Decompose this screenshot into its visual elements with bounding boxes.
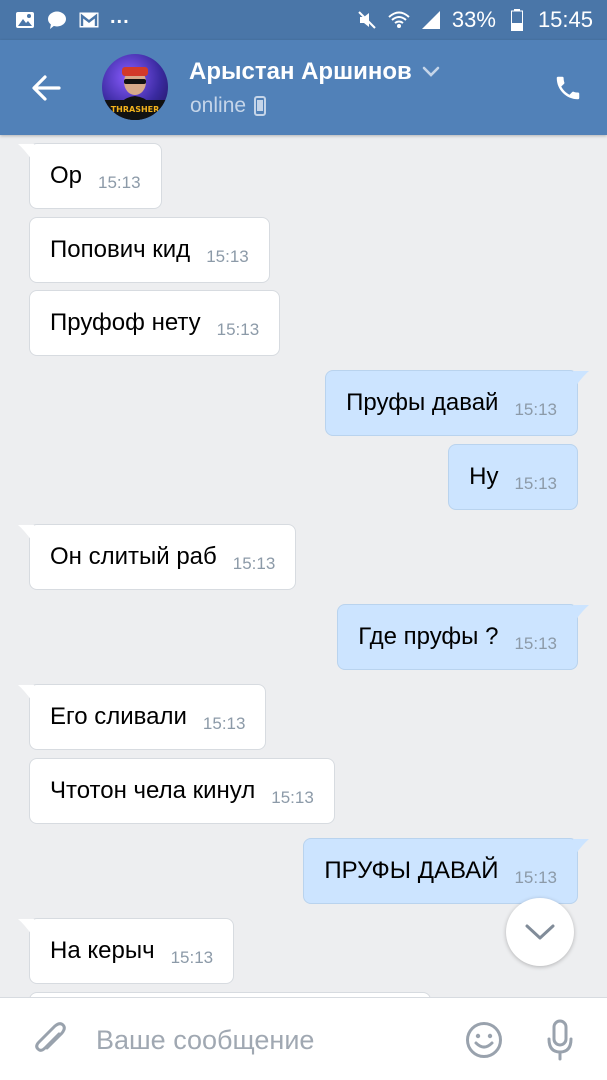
paperclip-icon (35, 1022, 66, 1052)
voice-message-button[interactable] (538, 1016, 582, 1064)
message-time: 15:13 (206, 247, 249, 266)
message-incoming[interactable]: Его сливали 15:13 (18, 684, 267, 750)
chat-header: THRASHER Арыстан Аршинов online (0, 40, 607, 135)
message-text: ПРУФЫ ДАВАЙ (324, 857, 499, 884)
message-incoming[interactable]: Попович кид 15:13 (29, 217, 270, 283)
scroll-to-bottom-button[interactable] (506, 898, 574, 966)
battery-percent: 33% (451, 7, 496, 32)
call-button[interactable] (546, 66, 590, 110)
message-incoming[interactable]: Он слитый раб 15:13 (18, 524, 297, 590)
microphone-icon (547, 1019, 573, 1061)
message-time: 15:13 (216, 320, 260, 339)
battery-icon (506, 9, 528, 31)
message-text: На керыч (50, 937, 155, 964)
svg-text:THRASHER: THRASHER (111, 105, 160, 114)
more-notifications: ... (110, 5, 130, 28)
message-incoming[interactable]: Ор 15:13 (18, 143, 162, 209)
bubble-tail (573, 839, 589, 855)
message-time: 15:13 (170, 948, 214, 967)
contact-status: online (190, 94, 267, 118)
message-time: 15:13 (514, 400, 557, 419)
online-status: online (190, 94, 247, 117)
bubble-tail (18, 525, 34, 541)
phone-icon (556, 76, 580, 100)
mobile-phone-icon (254, 96, 267, 116)
chevron-down-icon (422, 66, 440, 77)
status-bar-right: 33% 15:45 (356, 7, 593, 33)
back-button[interactable] (24, 66, 68, 110)
message-incoming[interactable]: Пруфоф нету 15:13 (29, 290, 281, 356)
chat-icon (46, 9, 68, 31)
wifi-icon (388, 9, 410, 31)
message-outgoing[interactable]: Пруфы давай 15:13 (325, 370, 589, 436)
status-bar: ... 33% 15:45 (0, 0, 607, 40)
message-incoming[interactable]: На керыч 15:13 (18, 918, 235, 984)
message-outgoing[interactable]: Ну 15:13 (448, 444, 578, 510)
message-outgoing[interactable]: ПРУФЫ ДАВАЙ 15:13 (303, 838, 589, 904)
message-text: Его сливали (50, 703, 187, 730)
avatar[interactable]: THRASHER (102, 54, 168, 120)
signal-icon (420, 9, 442, 31)
chevron-down-icon (525, 924, 555, 940)
gallery-icon (14, 9, 36, 31)
bubble-tail (573, 371, 589, 387)
arrow-left-icon (32, 75, 61, 101)
message-list[interactable]: Ор 15:13 Попович кид 15:13 Пруфоф нету 1… (0, 135, 607, 997)
message-text: Пруфы давай (346, 389, 499, 416)
emoji-button[interactable] (462, 1018, 506, 1062)
message-text: Ор (50, 162, 83, 189)
status-time: 15:45 (537, 7, 593, 32)
bubble-tail (573, 605, 589, 621)
message-incoming[interactable]: Чтотон чела кинул 15:13 (29, 758, 335, 824)
message-text: Где пруфы ? (358, 623, 499, 650)
message-time: 15:13 (514, 868, 557, 887)
message-time: 15:13 (271, 788, 314, 807)
message-text: Он слитый раб (50, 543, 217, 570)
message-time: 15:13 (202, 714, 246, 733)
mute-icon (356, 9, 378, 31)
message-time: 15:13 (98, 173, 141, 192)
smiley-icon (466, 1022, 502, 1058)
message-outgoing[interactable]: Где пруфы ? 15:13 (337, 604, 589, 670)
bubble-tail (18, 919, 34, 935)
message-text: Чтотон чела кинул (50, 777, 256, 804)
message-text: Пруфоф нету (50, 309, 201, 336)
message-time: 15:13 (232, 554, 276, 573)
contact-name-text: Арыстан Аршинов (189, 58, 412, 85)
message-text: Ну (469, 463, 499, 490)
attach-button[interactable] (28, 1018, 72, 1062)
message-input[interactable] (96, 1018, 436, 1062)
contact-name[interactable]: Арыстан Аршинов (189, 58, 440, 86)
bubble-tail (18, 685, 34, 701)
message-time: 15:13 (514, 634, 557, 653)
message-text: Попович кид (50, 236, 191, 263)
message-time: 15:13 (514, 474, 557, 493)
message-composer (0, 997, 607, 1080)
gmail-icon (78, 9, 100, 31)
status-bar-left: ... (14, 5, 130, 31)
bubble-tail (18, 144, 34, 160)
